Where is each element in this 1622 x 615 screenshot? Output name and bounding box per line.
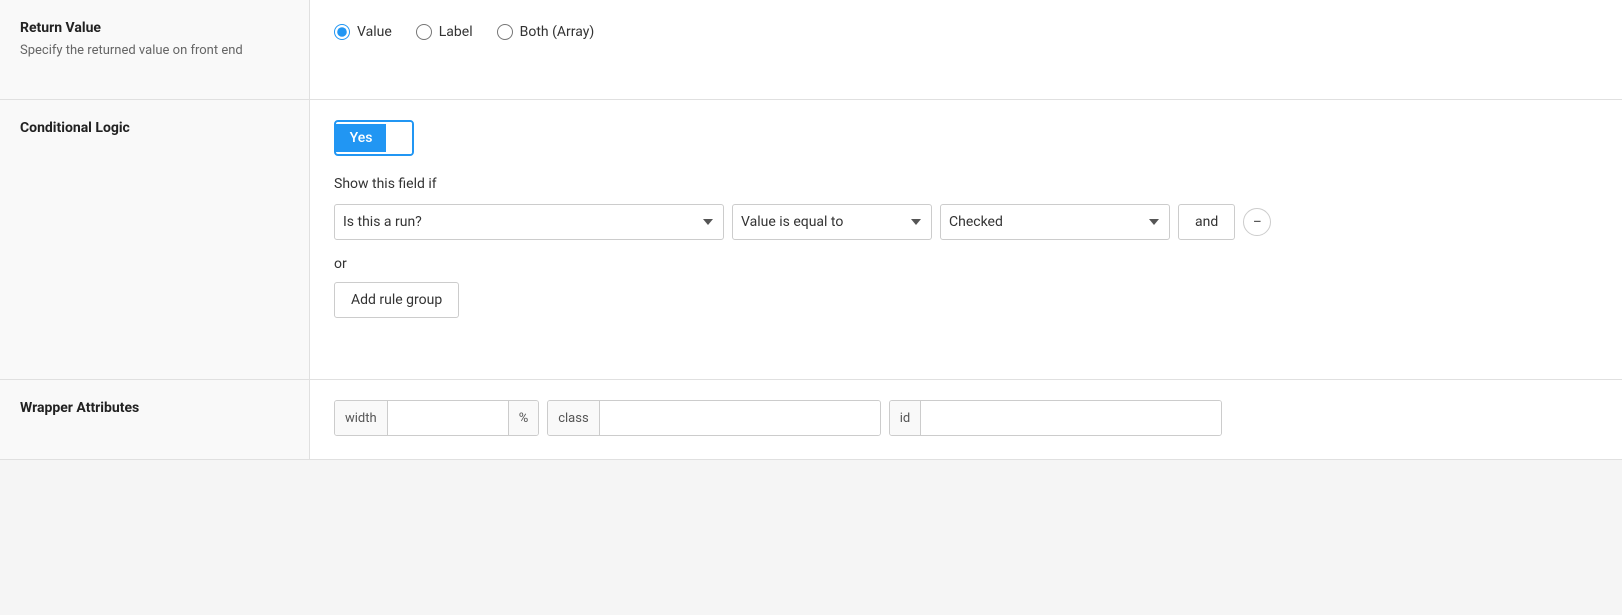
class-input[interactable] [600,401,880,435]
radio-input-both[interactable] [497,24,513,40]
add-rule-group-button[interactable]: Add rule group [334,282,459,318]
radio-label-label: Label [439,24,473,40]
id-input[interactable] [921,401,1221,435]
wrapper-attrs-group: width % class id [334,400,1598,436]
return-value-row: Return Value Specify the returned value … [0,0,1622,100]
conditional-logic-label-col: Conditional Logic [0,100,310,379]
wrapper-attributes-label-col: Wrapper Attributes [0,380,310,459]
radio-option-both[interactable]: Both (Array) [497,24,595,40]
radio-label-both: Both (Array) [520,24,595,40]
show-field-if-label: Show this field if [334,176,1598,192]
return-value-radio-group: Value Label Both (Array) [334,24,1598,40]
return-value-label-col: Return Value Specify the returned value … [0,0,310,99]
wrapper-attributes-content: width % class id [310,380,1622,459]
width-attr-group: width % [334,400,539,436]
radio-input-label[interactable] [416,24,432,40]
or-label: or [334,256,1598,272]
and-button[interactable]: and [1178,204,1235,240]
rule-value-select[interactable]: Checked [940,204,1170,240]
id-label: id [890,401,922,435]
conditional-logic-toggle[interactable]: Yes [334,120,414,156]
toggle-yes-label: Yes [336,124,386,152]
id-attr-group: id [889,400,1223,436]
rule-field-select[interactable]: Is this a run? [334,204,724,240]
wrapper-attributes-row: Wrapper Attributes width % class id [0,380,1622,460]
radio-option-value[interactable]: Value [334,24,392,40]
remove-rule-button[interactable]: − [1243,208,1271,236]
wrapper-attributes-title: Wrapper Attributes [20,400,289,416]
percent-label: % [508,401,539,435]
width-input[interactable] [388,401,508,435]
radio-label-value: Value [357,24,392,40]
toggle-no-area [386,122,412,154]
rule-row: Is this a run? Value is equal to Checked… [334,204,1598,240]
conditional-logic-title: Conditional Logic [20,120,289,136]
class-attr-group: class [547,400,880,436]
return-value-content: Value Label Both (Array) [310,0,1622,99]
rule-condition-select[interactable]: Value is equal to [732,204,932,240]
conditional-logic-row: Conditional Logic Yes Show this field if… [0,100,1622,380]
radio-input-value[interactable] [334,24,350,40]
return-value-title: Return Value [20,20,289,36]
return-value-desc: Specify the returned value on front end [20,42,289,60]
conditional-logic-content: Yes Show this field if Is this a run? Va… [310,100,1622,379]
width-label: width [335,401,388,435]
radio-option-label[interactable]: Label [416,24,473,40]
class-label: class [548,401,599,435]
